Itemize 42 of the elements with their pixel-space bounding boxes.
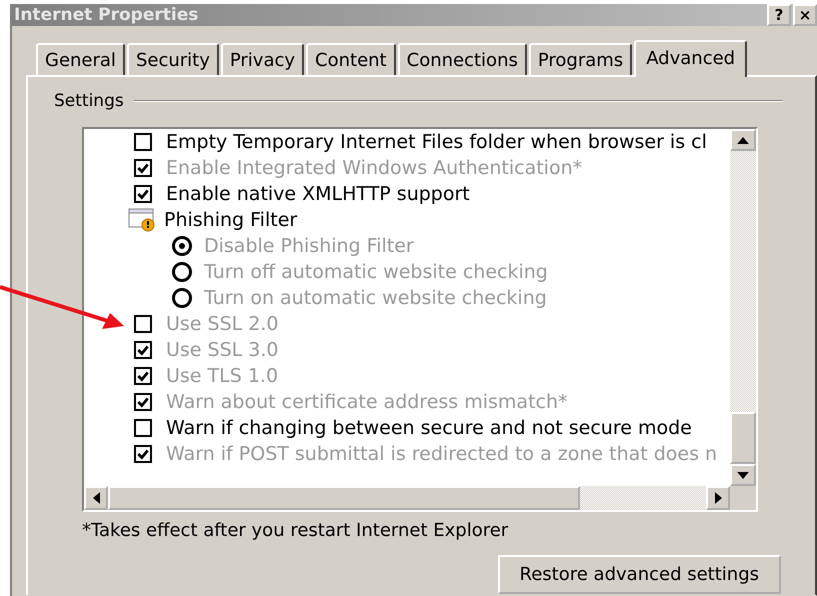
tab[interactable]: Programs	[528, 43, 632, 75]
footnote: *Takes effect after you restart Internet Explorer	[82, 520, 510, 541]
tab[interactable]: Content	[306, 43, 396, 75]
checkbox[interactable]	[134, 419, 152, 437]
scroll-down-button[interactable]	[730, 464, 756, 486]
tab[interactable]: Security	[126, 43, 219, 75]
setting-label: Use TLS 1.0	[166, 365, 278, 387]
tab[interactable]: Advanced	[634, 40, 748, 77]
up-arrow-icon	[737, 136, 749, 144]
scroll-up-button[interactable]	[730, 129, 756, 151]
setting-label: Use SSL 2.0	[166, 313, 278, 335]
checkbox[interactable]	[134, 133, 152, 151]
tab[interactable]: Privacy	[220, 43, 304, 75]
restore-button[interactable]: Restore advanced settings	[498, 555, 781, 594]
setting-label: Empty Temporary Internet Files folder when browser is cl	[166, 131, 707, 153]
setting-label: Use SSL 3.0	[166, 339, 278, 361]
down-arrow-icon	[737, 472, 749, 478]
setting-label: Warn if changing between secure and not secure mode	[166, 417, 692, 439]
setting-group-label: Phishing Filter	[164, 209, 298, 231]
setting-label: Enable Integrated Windows Authentication*	[166, 157, 582, 179]
setting-label: Warn about certificate address mismatch*	[166, 391, 568, 413]
scroll-thumb[interactable]	[108, 486, 580, 510]
scroll-left-button[interactable]	[84, 486, 108, 510]
scrollbar-corner	[730, 486, 756, 510]
right-arrow-icon	[714, 492, 722, 504]
horizontal-scrollbar[interactable]	[84, 486, 730, 510]
scroll-right-button[interactable]	[706, 486, 730, 510]
help-button[interactable]: ?	[767, 4, 791, 26]
setting-label: Disable Phishing Filter	[204, 235, 414, 257]
close-button[interactable]: ×	[793, 4, 817, 26]
checkbox[interactable]	[134, 185, 152, 203]
setting-label: Enable native XMLHTTP support	[166, 183, 470, 205]
group-title: Settings	[54, 91, 124, 111]
setting-label: Warn if POST submittal is redirected to a zone that does n	[166, 443, 718, 465]
vertical-scrollbar[interactable]	[730, 129, 756, 486]
setting-label: Turn on automatic website checking	[204, 287, 547, 309]
setting-label: Turn off automatic website checking	[204, 261, 548, 283]
left-arrow-icon	[92, 492, 100, 504]
tab[interactable]: Connections	[398, 43, 527, 75]
scroll-thumb[interactable]	[730, 412, 756, 464]
window-title: Internet Properties	[14, 5, 198, 25]
tab[interactable]: General	[36, 43, 125, 75]
